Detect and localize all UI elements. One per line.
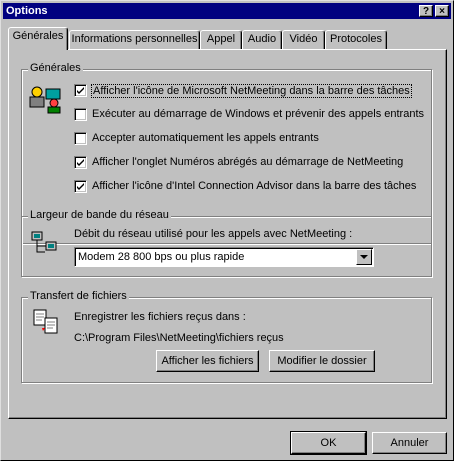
file-transfer-icon (33, 309, 58, 334)
modify-folder-button-label: Modifier le dossier (277, 355, 367, 367)
netmeeting-people-icon (29, 86, 61, 114)
window-title: Options (6, 5, 48, 17)
show-files-button-label: Afficher les fichiers (161, 355, 254, 367)
bandwidth-group-label: Largeur de bande du réseau (28, 209, 171, 221)
checkbox-accepter-appels[interactable] (74, 132, 87, 145)
general-group-label: Générales (28, 62, 83, 74)
modify-folder-button[interactable]: Modifier le dossier (269, 350, 375, 372)
cancel-button-label: Annuler (390, 437, 429, 449)
option-label[interactable]: Afficher l'icône d'Intel Connection Advi… (92, 180, 416, 192)
network-computers-icon (31, 231, 57, 253)
tab-protocoles[interactable]: Protocoles (325, 30, 387, 49)
tab-appel[interactable]: Appel (200, 30, 242, 49)
tab-label: Informations personnelles (71, 33, 198, 45)
ok-button[interactable]: OK (290, 431, 367, 455)
save-files-path: C:\Program Files\NetMeeting\fichiers reç… (74, 332, 284, 344)
tab-informations-personnelles[interactable]: Informations personnelles (69, 30, 200, 49)
checkmark-icon (77, 159, 84, 166)
chevron-down-icon (360, 255, 368, 259)
bandwidth-prompt: Débit du réseau utilisé pour les appels … (74, 228, 353, 240)
options-dialog: Options ? × Générales Informations perso… (0, 0, 454, 461)
option-label[interactable]: Afficher l'icône de Microsoft NetMeeting… (91, 84, 412, 98)
tab-label: Audio (247, 33, 277, 45)
option-label[interactable]: Exécuter au démarrage de Windows et prév… (92, 108, 424, 120)
checkbox-intel-connection-advisor[interactable] (74, 180, 87, 193)
ok-button-label: OK (320, 437, 337, 449)
tab-label: Appel (206, 33, 236, 45)
show-files-button[interactable]: Afficher les fichiers (156, 350, 259, 372)
tab-label: Vidéo (289, 33, 318, 45)
checkbox-afficher-icone-netmeeting[interactable] (74, 84, 87, 97)
option-label[interactable]: Afficher l'onglet Numéros abrégés au dém… (92, 156, 403, 168)
tab-generales[interactable]: Générales (8, 27, 68, 50)
close-button[interactable]: × (435, 5, 449, 17)
checkmark-icon (77, 183, 84, 190)
cancel-button[interactable]: Annuler (372, 432, 447, 454)
bandwidth-select[interactable]: Modem 28 800 bps ou plus rapide (74, 247, 374, 267)
help-button[interactable]: ? (419, 5, 433, 17)
checkbox-executer-demarrage[interactable] (74, 108, 87, 121)
tab-label: Protocoles (330, 33, 382, 45)
tab-audio[interactable]: Audio (242, 30, 282, 49)
bandwidth-selected-value: Modem 28 800 bps ou plus rapide (78, 251, 245, 263)
close-icon: × (439, 6, 445, 17)
save-files-label: Enregistrer les fichiers reçus dans : (74, 311, 246, 323)
tab-panel-generales: Générales Afficher l'icône de Microsoft … (8, 49, 447, 419)
title-bar[interactable]: Options ? × (3, 3, 451, 19)
tab-video[interactable]: Vidéo (282, 30, 325, 49)
checkmark-icon (77, 87, 84, 94)
option-label[interactable]: Accepter automatiquement les appels entr… (92, 132, 319, 144)
checkbox-afficher-onglet-numeros[interactable] (74, 156, 87, 169)
file-transfer-group-label: Transfert de fichiers (28, 290, 129, 302)
dropdown-arrow-button[interactable] (356, 249, 372, 265)
tab-label: Générales (12, 30, 64, 42)
help-icon: ? (422, 6, 430, 17)
